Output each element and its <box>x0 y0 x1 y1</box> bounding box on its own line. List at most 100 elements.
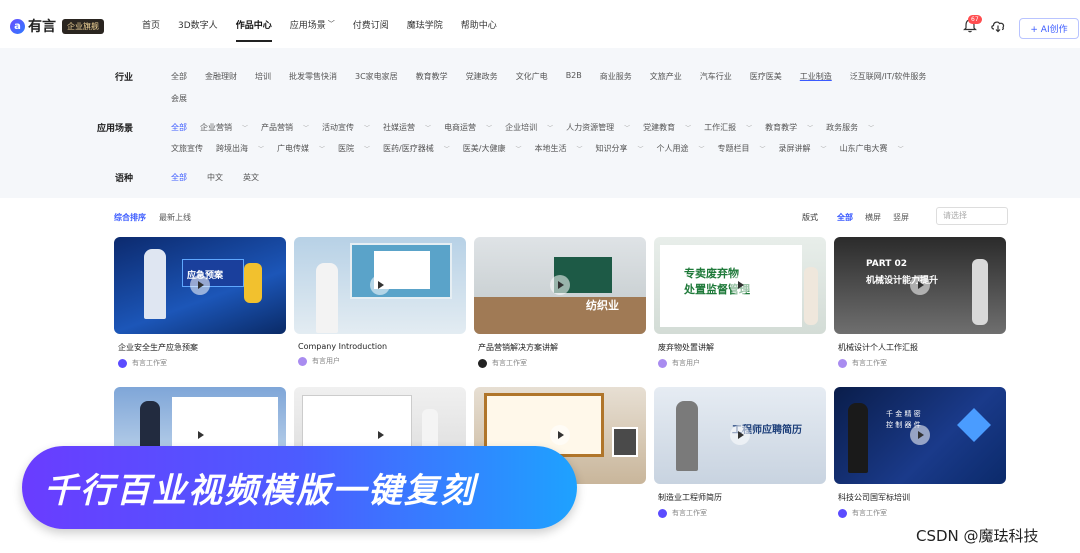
nav-item[interactable]: 应用场景 ﹀ <box>290 0 335 48</box>
filter-option[interactable]: 英文 <box>243 172 259 183</box>
template-card[interactable]: PART 02 机械设计能力提升 机械设计个人工作汇报 有言工作室 <box>834 237 1006 368</box>
author-avatar <box>838 358 847 368</box>
card-title: 制造业工程师简历 <box>658 493 722 502</box>
filter-option[interactable]: 工作汇报 ﹀ <box>704 122 752 133</box>
author-name: 有言用户 <box>312 357 340 365</box>
filter-option[interactable]: 录屏讲解 ﹀ <box>779 143 827 154</box>
template-card[interactable]: 纺织业 产品营销解决方案讲解 有言工作室 <box>474 237 646 368</box>
author-avatar <box>298 356 307 366</box>
filter-option[interactable]: 社媒运营 ﹀ <box>383 122 431 133</box>
filter-option[interactable]: B2B <box>566 71 582 82</box>
filter-option[interactable]: 活动宣传 ﹀ <box>322 122 370 133</box>
filter-option[interactable]: 产品营销 ﹀ <box>261 122 309 133</box>
filter-option[interactable]: 文旅产业 <box>650 71 682 82</box>
video-thumbnail[interactable]: 纺织业 <box>474 237 646 334</box>
video-thumbnail[interactable]: 专卖废弃物 处置监督管理 <box>654 237 826 334</box>
video-thumbnail[interactable] <box>294 237 466 334</box>
play-icon[interactable] <box>730 425 750 445</box>
template-card[interactable]: 应急预案 企业安全生产应急预案 有言工作室 <box>114 237 286 368</box>
video-thumbnail[interactable]: PART 02 机械设计能力提升 <box>834 237 1006 334</box>
video-thumbnail[interactable]: 应急预案 <box>114 237 286 334</box>
nav-item[interactable]: 付费订阅 <box>353 0 389 48</box>
filter-option[interactable]: 教育教学 ﹀ <box>765 122 813 133</box>
filter-option[interactable]: 商业服务 <box>600 71 632 82</box>
play-icon[interactable] <box>190 275 210 295</box>
video-thumbnail[interactable]: 工程师应聘简历 <box>654 387 826 484</box>
filter-option[interactable]: 知识分享 ﹀ <box>596 143 644 154</box>
filter-option[interactable]: 个人用途 ﹀ <box>657 143 705 154</box>
nav-item[interactable]: 3D数字人 <box>178 0 218 48</box>
template-card[interactable]: 千 金 精 密 控 制 器 件 科技公司国军标培训 有言工作室 <box>834 387 1006 518</box>
nav-item[interactable]: 帮助中心 <box>461 0 497 48</box>
filter-option[interactable]: 跨境出海 ﹀ <box>216 143 264 154</box>
nav-item[interactable]: 魔珐学院 <box>407 0 443 48</box>
filter-option[interactable]: 汽车行业 <box>700 71 732 82</box>
filter-option-label: 社媒运营 <box>383 123 416 132</box>
filter-select[interactable]: 请选择 <box>936 207 1008 225</box>
filter-option[interactable]: 全部 <box>171 71 187 82</box>
card-author: 有言工作室 <box>658 508 826 518</box>
filter-option[interactable]: 批发零售快消 <box>289 71 337 82</box>
filter-option[interactable]: 广电传媒 ﹀ <box>277 143 325 154</box>
format-portrait[interactable]: 竖屏 <box>893 212 909 223</box>
cloud-download-icon[interactable] <box>990 19 1006 33</box>
filter-option[interactable]: 人力资源管理 ﹀ <box>566 122 630 133</box>
language-filter-row: 语种 全部 中文 英文 <box>93 171 259 184</box>
filter-option[interactable]: 泛互联网/IT/软件服务 <box>850 71 927 82</box>
filter-option[interactable]: 文旅宣传 <box>171 143 203 154</box>
filter-option-label: 教育教学 <box>765 123 798 132</box>
filter-option[interactable]: 3C家电家居 <box>355 71 398 82</box>
play-icon[interactable] <box>550 425 570 445</box>
filter-option[interactable]: 专题栏目 ﹀ <box>718 143 766 154</box>
sort-comprehensive[interactable]: 综合排序 <box>114 212 146 223</box>
ai-create-button[interactable]: + AI创作 <box>1019 18 1079 39</box>
filter-option[interactable]: 山东广电大赛 ﹀ <box>840 143 904 154</box>
filter-option[interactable]: 教育教学 <box>416 71 448 82</box>
filter-option[interactable]: 全部 <box>171 122 187 133</box>
play-icon[interactable] <box>190 425 210 445</box>
template-card[interactable]: Company Introduction 有言用户 <box>294 237 466 366</box>
play-icon[interactable] <box>910 275 930 295</box>
filter-option[interactable]: 政务服务 ﹀ <box>826 122 874 133</box>
template-card[interactable]: 专卖废弃物 处置监督管理 废弃物处置讲解 有言用户 <box>654 237 826 368</box>
filter-option[interactable]: 医美/大健康 ﹀ <box>463 143 522 154</box>
format-landscape[interactable]: 横屏 <box>865 212 881 223</box>
nav-item[interactable]: 首页 <box>142 0 160 48</box>
nav-item[interactable]: 作品中心 <box>235 0 272 48</box>
filter-option[interactable]: 培训 <box>255 71 271 82</box>
format-all[interactable]: 全部 <box>837 212 853 223</box>
filter-option[interactable]: 全部 <box>171 172 187 183</box>
filter-option-label: 中文 <box>207 173 223 182</box>
filter-option[interactable]: 党建政务 <box>466 71 498 82</box>
filter-option-label: 工业制造 <box>799 72 832 81</box>
filter-option[interactable]: 中文 <box>207 172 223 183</box>
filter-option[interactable]: 党建教育 ﹀ <box>643 122 691 133</box>
template-card[interactable]: 工程师应聘简历 制造业工程师简历 有言工作室 <box>654 387 826 518</box>
filter-option[interactable]: 文化广电 <box>516 71 548 82</box>
filter-option[interactable]: 医疗医美 <box>750 71 782 82</box>
video-thumbnail[interactable]: 千 金 精 密 控 制 器 件 <box>834 387 1006 484</box>
filter-option[interactable]: 电商运营 ﹀ <box>444 122 492 133</box>
chevron-down-icon: ﹀ <box>515 146 522 153</box>
brand-logo[interactable]: a 有言 企业旗舰 <box>10 16 104 36</box>
filter-option[interactable]: 医药/医疗器械 ﹀ <box>383 143 450 154</box>
filter-option[interactable]: 工业制造 <box>800 71 832 82</box>
filter-option-label: 汽车行业 <box>699 72 732 81</box>
filter-option[interactable]: 医院 ﹀ <box>338 143 370 154</box>
play-icon[interactable] <box>730 275 750 295</box>
play-icon[interactable] <box>370 275 390 295</box>
nav-label: 作品中心 <box>235 20 272 31</box>
chevron-down-icon: ﹀ <box>759 146 766 153</box>
play-icon[interactable] <box>910 425 930 445</box>
filter-option[interactable]: 企业培训 ﹀ <box>505 122 553 133</box>
filter-option-label: 广电传媒 <box>277 144 310 153</box>
filter-option[interactable]: 本地生活 ﹀ <box>534 143 582 154</box>
filter-option[interactable]: 金融理财 <box>205 71 237 82</box>
play-icon[interactable] <box>550 275 570 295</box>
thumb-caption: PART 02 <box>866 259 908 269</box>
play-icon[interactable] <box>370 425 390 445</box>
filter-option[interactable]: 会展 <box>171 93 187 104</box>
notification-badge: 67 <box>968 15 982 24</box>
sort-newest[interactable]: 最新上线 <box>159 212 191 223</box>
filter-option[interactable]: 企业营销 ﹀ <box>200 122 248 133</box>
